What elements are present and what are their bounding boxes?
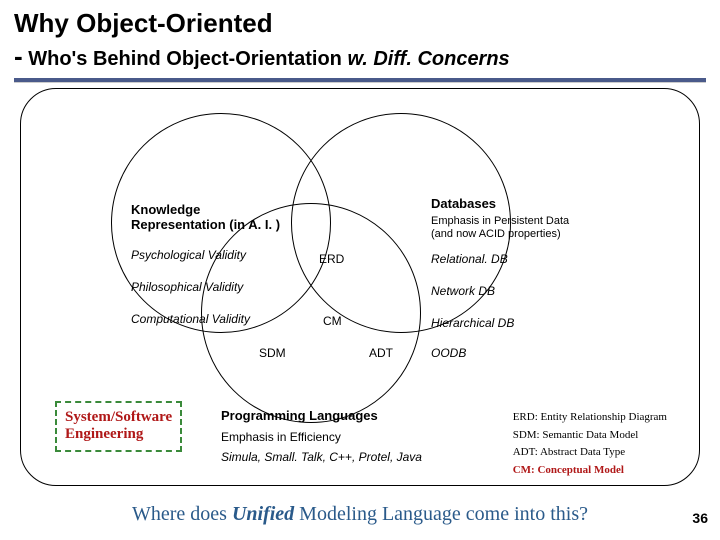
db-item-relational: Relational. DB — [431, 253, 508, 267]
footer-pre: Where does — [132, 503, 232, 525]
footer-question: Where does Unified Modeling Language com… — [0, 503, 720, 526]
slide-title: Why Object-Oriented - Who's Behind Objec… — [0, 0, 720, 72]
legend: ERD: Entity Relationship Diagram SDM: Se… — [513, 409, 667, 479]
slide-body-frame: Knowledge Representation (in A. I. ) Psy… — [20, 88, 700, 486]
subtitle-italic: w. Diff. Concerns — [347, 48, 509, 70]
kr-item-computational: Computational Validity — [131, 313, 250, 327]
center-cm: CM — [323, 315, 342, 329]
footer-unified: Unified — [232, 503, 294, 525]
center-adt: ADT — [369, 347, 393, 361]
pl-subheader: Emphasis in Efficiency — [221, 431, 341, 445]
kr-header: Knowledge Representation (in A. I. ) — [131, 203, 291, 233]
title-underline — [14, 78, 706, 82]
db-subheader: Emphasis in Persistent Data (and now ACI… — [431, 215, 591, 240]
legend-adt: ADT: Abstract Data Type — [513, 444, 667, 462]
kr-item-philosophical: Philosophical Validity — [131, 281, 243, 295]
title-dash: - — [14, 41, 23, 71]
center-sdm: SDM — [259, 347, 286, 361]
title-line1: Why Object-Oriented — [14, 8, 706, 39]
title-line2: - Who's Behind Object-Orientation w. Dif… — [14, 41, 706, 72]
legend-cm: CM: Conceptual Model — [513, 462, 667, 480]
kr-item-psychological: Psychological Validity — [131, 249, 246, 263]
db-item-oodb: OODB — [431, 347, 466, 361]
legend-erd: ERD: Entity Relationship Diagram — [513, 409, 667, 427]
subtitle-main: Who's Behind Object-Orientation — [28, 48, 347, 70]
db-item-network: Network DB — [431, 285, 495, 299]
page-number: 36 — [692, 510, 708, 526]
db-item-hierarchical: Hierarchical DB — [431, 317, 514, 331]
pl-header: Programming Languages — [221, 409, 378, 424]
pl-languages: Simula, Small. Talk, C++, Protel, Java — [221, 451, 441, 465]
center-erd: ERD — [319, 253, 344, 267]
db-header: Databases — [431, 197, 496, 212]
legend-sdm: SDM: Semantic Data Model — [513, 427, 667, 445]
syseng-line2: Engineering — [65, 426, 172, 443]
syseng-line1: System/Software — [65, 409, 172, 426]
footer-post: Modeling Language come into this? — [294, 503, 588, 525]
system-software-engineering-box: System/Software Engineering — [55, 401, 182, 452]
